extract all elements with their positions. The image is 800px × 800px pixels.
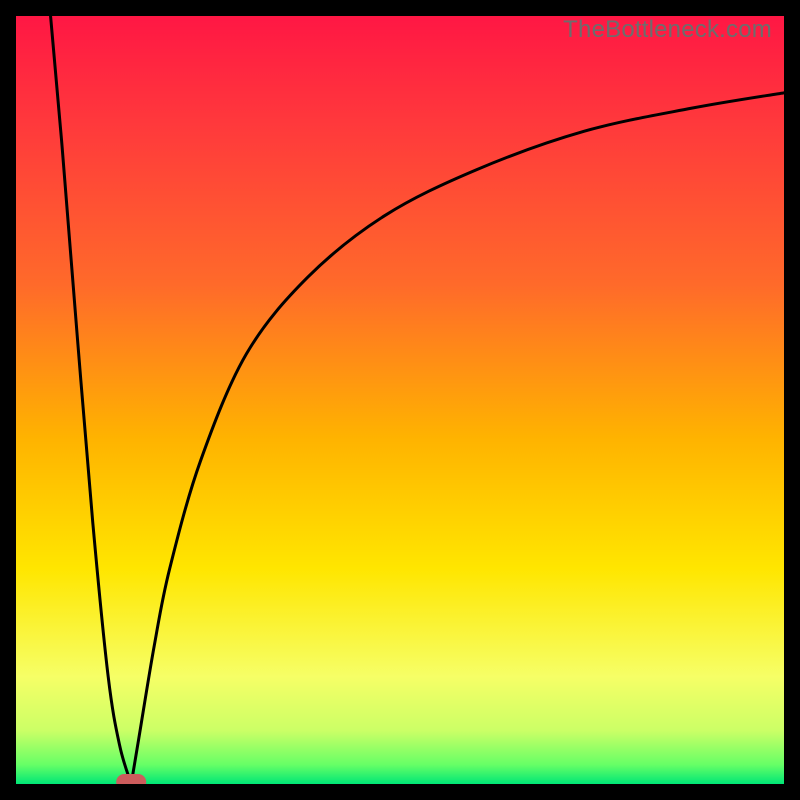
chart-frame: TheBottleneck.com	[16, 16, 784, 784]
bottleneck-chart	[16, 16, 784, 784]
watermark-text: TheBottleneck.com	[563, 16, 772, 44]
optimal-marker	[116, 774, 146, 784]
gradient-background	[16, 16, 784, 784]
